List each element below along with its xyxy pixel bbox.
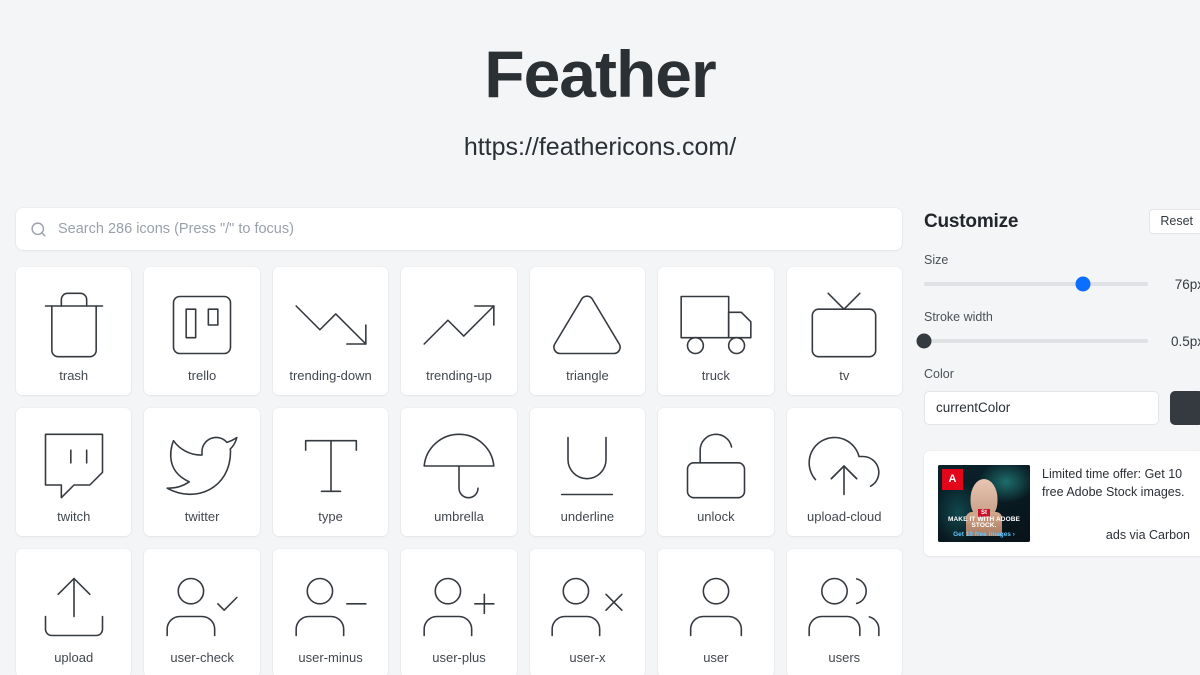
icon-label: upload — [54, 650, 94, 666]
stroke-width-slider-thumb[interactable] — [916, 333, 932, 349]
icon-label: users — [828, 650, 861, 666]
icon-label: tv — [839, 368, 850, 384]
icon-label: umbrella — [434, 509, 484, 525]
customize-header: Customize Reset — [924, 209, 1200, 234]
ad-creative-image[interactable]: A St MAKE IT WITH ADOBE STOCK. Get 10 fr… — [938, 464, 1030, 542]
twitch-icon — [36, 428, 112, 504]
trending-up-icon — [421, 287, 497, 363]
icon-card-user-plus[interactable]: user-plus — [401, 549, 517, 675]
tv-icon — [806, 287, 882, 363]
user-x-icon — [549, 569, 625, 645]
icon-label: trash — [59, 368, 89, 384]
ad-body: Limited time offer: Get 10 free Adobe St… — [1042, 465, 1190, 542]
icon-card-trending-up[interactable]: trending-up — [401, 267, 517, 396]
icon-card-trash[interactable]: trash — [16, 267, 132, 396]
icon-card-user-x[interactable]: user-x — [529, 549, 646, 675]
icon-label: upload-cloud — [807, 509, 882, 525]
icon-label: triangle — [566, 368, 609, 384]
icon-label: unlock — [697, 509, 735, 525]
user-check-icon — [164, 569, 240, 645]
icon-card-user-check[interactable]: user-check — [144, 549, 260, 675]
customize-column: Customize Reset Size 76px Stroke width 0… — [916, 208, 1200, 556]
icon-label: truck — [701, 368, 730, 384]
twitter-icon — [164, 428, 240, 504]
reset-button[interactable]: Reset — [1149, 209, 1200, 234]
icon-card-twitch[interactable]: twitch — [16, 408, 132, 537]
upload-icon — [36, 569, 112, 645]
stroke-width-slider[interactable] — [916, 333, 1148, 349]
icon-label: twitch — [57, 509, 91, 525]
size-value: 76px — [1174, 276, 1200, 292]
icon-label: trending-down — [289, 368, 372, 384]
icon-label: trending-up — [426, 368, 492, 384]
users-icon — [806, 569, 882, 645]
user-icon — [678, 569, 754, 645]
trash-icon — [36, 287, 112, 363]
search-bar[interactable] — [16, 208, 902, 251]
icon-card-user[interactable]: user — [658, 549, 774, 675]
triangle-icon — [549, 287, 625, 363]
icon-label: user-plus — [432, 650, 486, 666]
trello-icon — [164, 287, 240, 363]
size-label: Size — [924, 252, 949, 267]
umbrella-icon — [421, 428, 497, 504]
carbon-ad[interactable]: A St MAKE IT WITH ADOBE STOCK. Get 10 fr… — [924, 450, 1200, 556]
icon-card-upload[interactable]: upload — [16, 549, 132, 675]
upload-cloud-icon — [806, 428, 882, 504]
ad-text: Limited time offer: Get 10 free Adobe St… — [1042, 466, 1185, 499]
page-header: Feather https://feathericons.com/ — [0, 0, 1200, 162]
user-minus-icon — [293, 569, 369, 645]
ad-attribution[interactable]: ads via Carbon — [1042, 528, 1190, 542]
color-swatch[interactable] — [1170, 390, 1200, 425]
site-url[interactable]: https://feathericons.com/ — [0, 133, 1200, 162]
ad-caption: MAKE IT WITH ADOBE STOCK. — [948, 515, 1020, 530]
icon-label: user — [703, 650, 729, 666]
icon-card-users[interactable]: users — [786, 549, 902, 675]
icon-label: underline — [560, 509, 615, 525]
search-icon — [30, 221, 47, 238]
icon-card-type[interactable]: type — [272, 408, 389, 537]
icons-column: trash trello trending-down trending-up trian… — [16, 208, 902, 675]
stroke-width-value: 0.5px — [1170, 333, 1200, 349]
icon-card-unlock[interactable]: unlock — [658, 408, 774, 537]
icon-card-umbrella[interactable]: umbrella — [401, 408, 517, 537]
user-plus-icon — [421, 569, 497, 645]
size-slider-thumb[interactable] — [1075, 276, 1091, 292]
icon-card-twitter[interactable]: twitter — [144, 408, 260, 537]
page-title: Feather — [484, 37, 716, 111]
icon-label: twitter — [184, 509, 220, 525]
truck-icon — [678, 287, 754, 363]
unlock-icon — [678, 428, 754, 504]
color-row — [924, 390, 1200, 425]
search-input[interactable] — [58, 208, 888, 251]
icon-card-tv[interactable]: tv — [786, 267, 902, 396]
adobe-logo-icon: A — [942, 468, 963, 490]
color-input[interactable] — [924, 390, 1159, 425]
main-layout: trash trello trending-down trending-up trian… — [0, 208, 1200, 675]
icon-label: user-check — [170, 650, 234, 666]
icon-card-triangle[interactable]: triangle — [529, 267, 646, 396]
icon-label: trello — [188, 368, 217, 384]
icon-card-trending-down[interactable]: trending-down — [272, 267, 389, 396]
icon-grid: trash trello trending-down trending-up trian… — [16, 267, 902, 675]
customize-title: Customize — [924, 210, 1019, 232]
size-slider[interactable] — [924, 276, 1148, 292]
stroke-width-slider-row: 0.5px — [916, 333, 1200, 349]
icon-card-trello[interactable]: trello — [144, 267, 260, 396]
icon-card-truck[interactable]: truck — [658, 267, 774, 396]
icon-card-upload-cloud[interactable]: upload-cloud — [786, 408, 902, 537]
underline-icon — [549, 428, 625, 504]
stroke-width-label: Stroke width — [924, 309, 993, 324]
icon-label: type — [318, 509, 343, 525]
color-label: Color — [924, 366, 954, 381]
icon-label: user-x — [569, 650, 606, 666]
size-slider-row: 76px — [924, 276, 1200, 292]
icon-label: user-minus — [298, 650, 363, 666]
ad-cta-link[interactable]: Get 10 free images › — [938, 532, 1030, 539]
icon-card-underline[interactable]: underline — [529, 408, 646, 537]
icon-card-user-minus[interactable]: user-minus — [272, 549, 389, 675]
trending-down-icon — [293, 287, 369, 363]
type-icon — [293, 428, 369, 504]
